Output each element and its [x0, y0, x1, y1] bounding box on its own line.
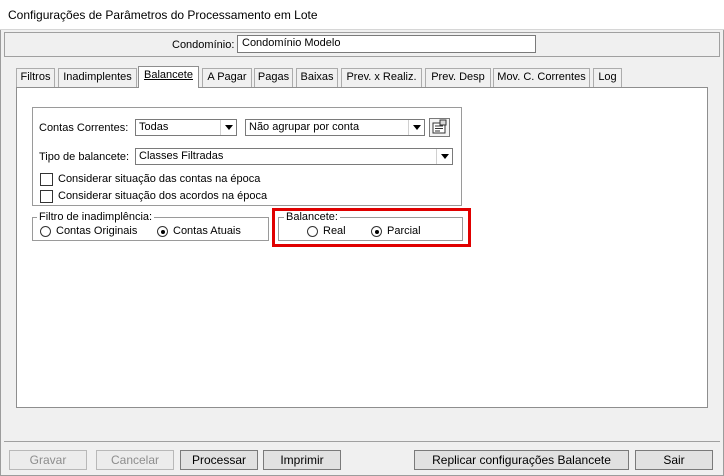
situacao-acordos-checkbox[interactable] [40, 190, 53, 203]
contas-correntes-select[interactable]: Todas [135, 119, 237, 136]
tab-inadimplentes[interactable]: Inadimplentes [58, 68, 137, 87]
processar-button[interactable]: Processar [180, 450, 258, 470]
tipo-balancete-select[interactable]: Classes Filtradas [135, 148, 453, 165]
tab-pagas[interactable]: Pagas [254, 68, 293, 87]
tipo-balancete-label: Tipo de balancete: [39, 151, 130, 163]
highlight-box [272, 208, 471, 247]
tab-prev-x-realiz[interactable]: Prev. x Realiz. [341, 68, 422, 87]
config-icon-button[interactable] [429, 118, 450, 137]
contas-correntes-value: Todas [139, 121, 169, 133]
contas-atuais-radio[interactable] [157, 226, 168, 237]
tab-balancete[interactable]: Balancete [138, 66, 199, 88]
situacao-acordos-label: Considerar situação dos acordos na época [58, 190, 268, 202]
contas-atuais-label: Contas Atuais [173, 225, 241, 237]
sair-button[interactable]: Sair [635, 450, 713, 470]
properties-icon [432, 119, 447, 134]
chevron-down-icon[interactable] [408, 120, 424, 135]
tab-log[interactable]: Log [593, 68, 622, 87]
bottom-separator [4, 441, 720, 442]
agrupar-conta-value: Não agrupar por conta [249, 121, 360, 133]
situacao-contas-label: Considerar situação das contas na época [58, 173, 261, 185]
contas-originais-radio[interactable] [40, 226, 51, 237]
condominio-field[interactable]: Condomínio Modelo [237, 35, 536, 53]
filtro-inadimplencia-title: Filtro de inadimplência: [37, 211, 155, 223]
condominio-label: Condomínio: [172, 39, 235, 51]
tab-mov-c-correntes[interactable]: Mov. C. Correntes [493, 68, 590, 87]
cancelar-button[interactable]: Cancelar [96, 450, 174, 470]
tab-prev-desp[interactable]: Prev. Desp [425, 68, 491, 87]
agrupar-conta-select[interactable]: Não agrupar por conta [245, 119, 425, 136]
chevron-down-icon[interactable] [220, 120, 236, 135]
situacao-contas-checkbox[interactable] [40, 173, 53, 186]
tab-balancete-label: Balancete [144, 69, 193, 81]
contas-correntes-label: Contas Correntes: [39, 122, 129, 134]
window-title: Configurações de Parâmetros do Processam… [0, 0, 724, 30]
tab-a-pagar[interactable]: A Pagar [202, 68, 252, 87]
contas-originais-label: Contas Originais [56, 225, 138, 237]
tab-filtros[interactable]: Filtros [16, 68, 55, 87]
replicar-balancete-button[interactable]: Replicar configurações Balancete [414, 450, 629, 470]
chevron-down-icon[interactable] [436, 149, 452, 164]
tab-baixas[interactable]: Baixas [296, 68, 338, 87]
tipo-balancete-value: Classes Filtradas [139, 150, 224, 162]
gravar-button[interactable]: Gravar [9, 450, 87, 470]
imprimir-button[interactable]: Imprimir [263, 450, 341, 470]
